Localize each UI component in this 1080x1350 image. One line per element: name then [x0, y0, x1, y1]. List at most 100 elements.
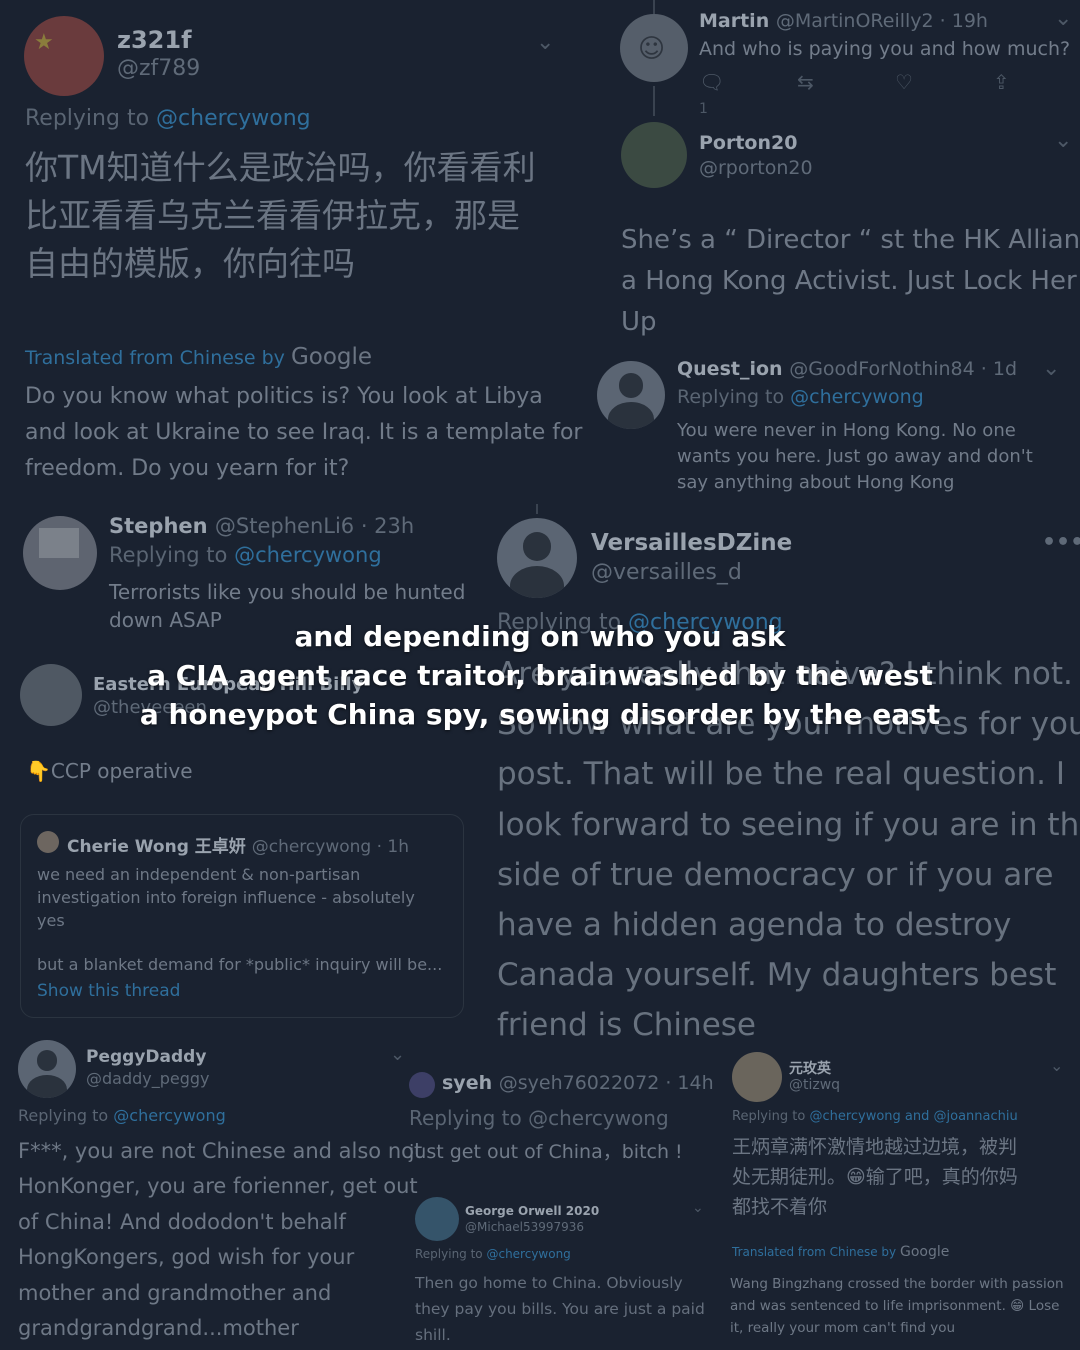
- tweet-text-continued: but a blanket demand for *public* inquir…: [37, 955, 443, 974]
- name-text: Quest_ion: [677, 358, 783, 380]
- text-line: Then go home to China. Obviously: [415, 1274, 683, 1292]
- avatar[interactable]: [37, 831, 59, 853]
- chevron-down-icon[interactable]: ⌄: [1054, 6, 1072, 31]
- author-handle: @GoodForNothin84 · 1d: [789, 358, 1018, 380]
- tweet-text: Then go home to China. Obviously they pa…: [415, 1270, 705, 1348]
- more-icon[interactable]: •••: [1042, 530, 1080, 555]
- text-line: Do you know what politics is? You look a…: [25, 384, 543, 409]
- retweet-icon[interactable]: ⇆: [797, 70, 814, 94]
- chevron-down-icon[interactable]: ⌄: [1042, 356, 1060, 381]
- text-line: it, really your mom can't find you: [730, 1320, 956, 1336]
- chevron-down-icon[interactable]: ⌄: [390, 1044, 405, 1065]
- author-name[interactable]: Quest_ion @GoodForNothin84 · 1d: [677, 358, 1017, 380]
- face-icon: ☺: [638, 34, 666, 64]
- text-line: investigation into foreign influence - a…: [37, 888, 415, 907]
- author-name[interactable]: Stephen @StephenLi6 · 23h: [109, 514, 414, 538]
- tweet-text: just get out of China，bitch !: [409, 1141, 683, 1163]
- text-line: mother and grandmother and: [18, 1280, 332, 1305]
- mention-link[interactable]: @chercywong: [113, 1106, 225, 1125]
- quoted-tweet-cherie-wong[interactable]: Cherie Wong 王卓妍 @chercywong · 1h we need…: [20, 814, 464, 1018]
- text-line: of China! And dododon't behalf: [18, 1209, 346, 1234]
- avatar[interactable]: [409, 1072, 435, 1098]
- replying-prefix: Replying to: [677, 386, 791, 408]
- china-flag-heart-avatar[interactable]: ★: [24, 16, 104, 96]
- author-handle[interactable]: @daddy_peggy: [86, 1069, 210, 1088]
- replying-prefix: Replying to: [18, 1106, 114, 1125]
- mention-link[interactable]: @chercywong: [790, 386, 924, 408]
- text-line: 比亚看看乌克兰看看伊拉克，那是: [25, 196, 520, 235]
- chevron-down-icon[interactable]: ⌄: [1054, 128, 1072, 153]
- avatar[interactable]: [23, 516, 97, 590]
- author-handle: @syeh76022072 · 14h: [498, 1072, 714, 1094]
- author-handle[interactable]: @tizwq: [789, 1077, 840, 1093]
- text-line: wants you here. Just go away and don't: [677, 446, 1033, 467]
- text-line: a Hong Kong Activist. Just Lock Her: [621, 266, 1077, 296]
- author-name[interactable]: VersaillesDZine: [591, 530, 792, 556]
- chevron-down-icon[interactable]: ⌄: [1050, 1056, 1063, 1075]
- text-line: they pay you bills. You are just a paid: [415, 1300, 705, 1318]
- text-line: 都找不着你: [732, 1196, 828, 1218]
- author-handle[interactable]: @Michael53997936: [465, 1220, 584, 1234]
- text-line: Terrorists like you should be hunted: [109, 580, 466, 604]
- author-name[interactable]: syeh @syeh76022072 · 14h: [442, 1072, 714, 1094]
- text-line: HongKongers, god wish for your: [18, 1245, 355, 1270]
- translated-label: Translated from Chinese by: [25, 347, 285, 369]
- show-thread-link[interactable]: Show this thread: [37, 981, 180, 1001]
- text-line: yes: [37, 911, 65, 930]
- avatar[interactable]: [497, 518, 577, 598]
- name-text: Martin: [699, 10, 770, 32]
- text-line: 你TM知道什么是政治吗，你看看利: [25, 148, 536, 187]
- replying-to: Replying to @chercywong and @joannachiu: [732, 1109, 1018, 1124]
- author-name[interactable]: Martin @MartinOReilly2 · 19h: [699, 10, 988, 32]
- author-name[interactable]: Porton20: [699, 132, 797, 154]
- author-handle[interactable]: @versailles_d: [591, 560, 742, 585]
- mention-link[interactable]: @chercywong: [234, 543, 382, 567]
- mention-link[interactable]: @chercywong and @joannachiu: [809, 1109, 1017, 1124]
- replying-to: Replying to @chercywong: [677, 386, 924, 408]
- avatar[interactable]: ☺: [620, 14, 688, 82]
- author-handle[interactable]: @rporton20: [699, 157, 813, 179]
- replying-to: Replying to @chercywong: [415, 1247, 571, 1261]
- author-name[interactable]: z321f: [117, 26, 192, 54]
- author-handle: @StephenLi6 · 23h: [214, 514, 415, 538]
- mention-link[interactable]: @chercywong: [156, 106, 311, 131]
- text-line: Canada yourself. My daughters best: [497, 957, 1057, 994]
- text-line: 处无期徒刑。😁输了吧，真的你妈: [732, 1166, 1018, 1188]
- avatar[interactable]: [18, 1040, 76, 1098]
- replying-to: Replying to @chercywong: [25, 106, 311, 131]
- author-name[interactable]: Cherie Wong 王卓妍 @chercywong · 1h: [67, 832, 409, 857]
- text-line: have a hidden agenda to destroy: [497, 907, 1012, 944]
- translated-by[interactable]: Translated from Chinese by Google: [732, 1244, 949, 1260]
- replying-prefix: Replying to: [415, 1247, 487, 1261]
- avatar[interactable]: [415, 1197, 459, 1241]
- name-text: Cherie Wong 王卓妍: [67, 837, 246, 857]
- like-icon[interactable]: ♡: [895, 70, 913, 94]
- chevron-down-icon[interactable]: ⌄: [536, 30, 554, 55]
- reply-icon[interactable]: 🗨1: [699, 70, 724, 118]
- share-icon[interactable]: ⇪: [993, 70, 1010, 94]
- text-line: You were never in Hong Kong. No one: [677, 420, 1016, 441]
- chevron-down-icon[interactable]: ⌄: [692, 1200, 704, 1216]
- author-name[interactable]: George Orwell 2020: [465, 1204, 599, 1218]
- text-line: HonKonger, you are forienner, get out: [18, 1174, 418, 1199]
- avatar[interactable]: [597, 361, 665, 429]
- avatar[interactable]: [621, 122, 687, 188]
- star-icon: ★: [34, 30, 54, 55]
- mention-link[interactable]: @chercywong: [486, 1247, 570, 1261]
- thread-line: [653, 0, 655, 14]
- tweet-text: F***, you are not Chinese and also not H…: [18, 1134, 422, 1346]
- replying-to: Replying to @chercywong: [409, 1106, 669, 1130]
- author-name[interactable]: PeggyDaddy: [86, 1047, 206, 1067]
- translation-text: Wang Bingzhang crossed the border with p…: [730, 1273, 1064, 1339]
- replying-to: Replying to @chercywong: [18, 1106, 226, 1125]
- author-name[interactable]: 元玫英: [789, 1058, 831, 1078]
- translated-label: Translated from Chinese by: [732, 1245, 897, 1259]
- author-handle[interactable]: @zf789: [117, 56, 200, 81]
- pointing-down-icon: 👇: [26, 759, 51, 783]
- caption-line-2: a CIA agent race traitor, brainwashed by…: [147, 659, 933, 692]
- text-line: Up: [621, 307, 657, 337]
- replying-prefix: Replying to: [732, 1109, 810, 1124]
- tweet-text: 王炳章满怀激情地越过边境，被判 处无期徒刑。😁输了吧，真的你妈 都找不着你: [732, 1132, 1018, 1222]
- avatar[interactable]: [732, 1052, 782, 1102]
- translated-by[interactable]: Translated from Chinese by Google: [25, 344, 372, 370]
